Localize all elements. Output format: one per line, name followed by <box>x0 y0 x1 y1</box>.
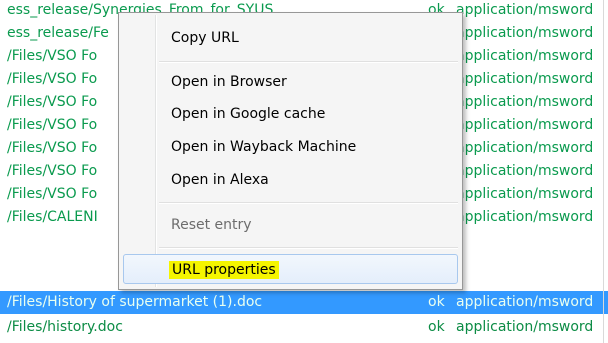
menu-item-label: Open in Wayback Machine <box>171 139 357 155</box>
menu-item-url-properties[interactable]: URL properties <box>123 254 458 284</box>
mime-cell: application/msword <box>456 163 594 179</box>
status-cell: ok <box>428 294 445 310</box>
menu-item-open-in-browser[interactable]: Open in Browser <box>123 67 458 97</box>
menu-item-reset-entry: Reset entry <box>123 210 458 240</box>
context-menu: Copy URL Open in Browser Open in Google … <box>118 12 463 290</box>
menu-separator <box>159 202 458 204</box>
mime-cell: application/msword <box>456 25 594 41</box>
mime-cell: application/msword <box>456 94 594 110</box>
menu-item-label: Reset entry <box>171 217 252 233</box>
mime-cell: application/msword <box>456 209 594 225</box>
menu-item-label-highlighted: URL properties <box>169 261 279 279</box>
menu-item-open-in-google-cache[interactable]: Open in Google cache <box>123 99 458 129</box>
mime-cell: application/msword <box>456 71 594 87</box>
mime-cell: application/msword <box>456 294 594 310</box>
mime-cell: application/msword <box>456 140 594 156</box>
menu-item-open-in-alexa[interactable]: Open in Alexa <box>123 165 458 195</box>
column-divider <box>603 0 604 343</box>
menu-separator <box>159 247 458 249</box>
mime-cell: application/msword <box>456 48 594 64</box>
menu-item-open-in-wayback-machine[interactable]: Open in Wayback Machine <box>123 132 458 162</box>
url-cell: /Files/history.doc <box>7 319 123 335</box>
status-cell: ok <box>428 319 445 335</box>
menu-item-copy-url[interactable]: Copy URL <box>123 23 458 53</box>
mime-cell: application/msword <box>456 186 594 202</box>
menu-item-label: Open in Alexa <box>171 172 269 188</box>
menu-item-label: Copy URL <box>171 30 239 46</box>
mime-cell: application/msword <box>456 2 594 18</box>
menu-item-label: Open in Browser <box>171 74 287 90</box>
list-item[interactable]: /Files/history.doc ok application/msword <box>0 316 608 339</box>
list-item-selected[interactable]: /Files/History of supermarket (1).doc ok… <box>0 291 608 314</box>
menu-item-label: Open in Google cache <box>171 106 326 122</box>
mime-cell: application/msword <box>456 319 594 335</box>
mime-cell: application/msword <box>456 117 594 133</box>
url-cell: /Files/History of supermarket (1).doc <box>7 294 263 310</box>
menu-separator <box>159 61 458 63</box>
